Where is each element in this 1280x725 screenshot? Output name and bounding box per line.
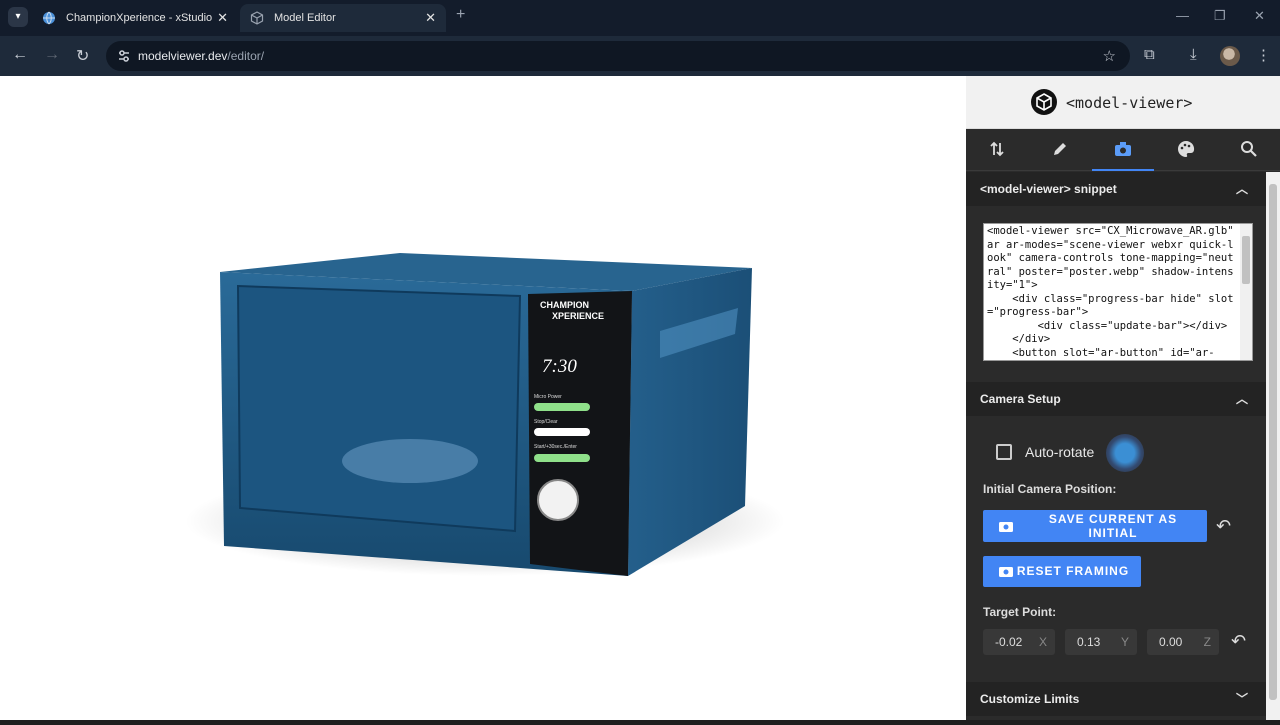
panel-button-3 xyxy=(534,454,590,462)
panel-scroll-area[interactable]: <model-viewer> snippet ︿ <model-viewer s… xyxy=(966,172,1266,720)
brand-line1: CHAMPION xyxy=(540,300,589,310)
forward-icon[interactable]: → xyxy=(44,46,60,64)
display-time: 7:30 xyxy=(542,356,577,377)
tab-edit[interactable] xyxy=(1029,129,1091,171)
snippet-scrollbar-thumb[interactable] xyxy=(1242,236,1250,284)
auto-rotate-checkbox[interactable] xyxy=(996,444,1012,460)
target-y-input[interactable]: 0.13 Y xyxy=(1065,629,1137,655)
search-icon xyxy=(1241,141,1257,157)
profile-avatar[interactable] xyxy=(1220,46,1240,66)
editor-panel: <model-viewer> <model-viewer> snippet ︿ … xyxy=(966,76,1280,720)
reset-button-label: RESET FRAMING xyxy=(1016,564,1130,578)
more-menu-icon[interactable]: ⋮ xyxy=(1256,46,1271,64)
close-tab-icon[interactable]: ✕ xyxy=(217,4,228,32)
axis-z-label: Z xyxy=(1203,635,1211,649)
panel-label-1: Micro Power xyxy=(534,394,562,400)
chevron-up-icon: ︿ xyxy=(1235,182,1248,196)
target-x-input[interactable]: -0.02 X xyxy=(983,629,1055,655)
edit-icon xyxy=(1054,143,1066,155)
panel-header: <model-viewer> xyxy=(966,76,1280,129)
url-text: modelviewer.dev/editor/ xyxy=(138,49,264,63)
url-path: /editor/ xyxy=(227,49,265,63)
palette-icon xyxy=(1178,140,1195,157)
brand-line2: XPERIENCE xyxy=(552,311,604,321)
camera-icon xyxy=(999,567,1013,577)
close-window-icon[interactable]: ✕ xyxy=(1254,8,1265,24)
panel-label-5: Start/+30sec./Enter xyxy=(534,444,577,450)
restore-icon[interactable]: ❐ xyxy=(1214,8,1226,24)
panel-button-1 xyxy=(534,403,590,411)
panel-scrollbar[interactable] xyxy=(1266,172,1280,720)
browser-tab-model-editor[interactable]: Model Editor ✕ xyxy=(240,4,446,32)
door-window xyxy=(236,284,522,533)
browser-toolbar: ← → ↻ modelviewer.dev/editor/ ☆ ⧉ ⤓ ⋮ xyxy=(0,36,1280,76)
control-knob xyxy=(537,479,579,521)
snippet-code: <model-viewer src="CX_Microwave_AR.glb" … xyxy=(987,225,1234,359)
chevron-up-icon: ︿ xyxy=(1235,392,1248,406)
reset-framing-button[interactable]: RESET FRAMING xyxy=(983,556,1141,587)
target-y-value: 0.13 xyxy=(1077,635,1101,649)
minimize-icon[interactable]: — xyxy=(1176,8,1189,23)
target-point-label: Target Point: xyxy=(983,605,1057,619)
undo-target-icon[interactable]: ↶ xyxy=(1231,631,1246,652)
tab-search-button[interactable]: ▾ xyxy=(8,7,28,27)
globe-icon xyxy=(43,11,55,25)
address-bar[interactable]: modelviewer.dev/editor/ ☆ xyxy=(106,41,1130,71)
axis-y-label: Y xyxy=(1120,635,1129,649)
back-icon[interactable]: ← xyxy=(12,46,28,64)
microwave-model: CHAMPION XPERIENCE 7:30 Micro Power Stop… xyxy=(185,253,785,576)
cube-icon xyxy=(250,11,264,25)
auto-rotate-label: Auto-rotate xyxy=(1025,444,1095,460)
model-viewer-canvas[interactable]: CHAMPION XPERIENCE 7:30 Micro Power Stop… xyxy=(0,76,966,720)
snippet-textarea[interactable]: <model-viewer src="CX_Microwave_AR.glb" … xyxy=(983,223,1253,361)
initial-camera-label: Initial Camera Position: xyxy=(983,482,1117,496)
snippet-header-label: <model-viewer> snippet xyxy=(980,182,1117,196)
import-export-icon xyxy=(990,141,1004,157)
tab-camera[interactable] xyxy=(1092,129,1154,171)
tab-materials[interactable] xyxy=(1155,129,1217,171)
panel-label-3: Stop/Clear xyxy=(534,419,558,425)
customize-limits-section-header[interactable]: Customize Limits ﹀ xyxy=(966,682,1266,716)
camera-icon xyxy=(999,522,1013,532)
site-info-icon[interactable] xyxy=(116,48,132,64)
download-icon[interactable]: ⤓ xyxy=(1190,46,1197,63)
new-tab-button[interactable]: + xyxy=(456,6,465,24)
panel-tabs xyxy=(966,129,1280,171)
browser-tab-strip: ▾ ChampionXperience - xStudio ✕ Model Ed… xyxy=(0,0,1280,36)
camera-icon xyxy=(1115,142,1131,156)
customize-limits-label: Customize Limits xyxy=(980,692,1080,706)
tab-title: Model Editor xyxy=(274,12,336,24)
target-x-value: -0.02 xyxy=(995,635,1023,649)
cursor-click-ripple xyxy=(1106,434,1144,472)
snippet-section-header[interactable]: <model-viewer> snippet ︿ xyxy=(966,172,1266,206)
target-z-value: 0.00 xyxy=(1159,635,1183,649)
browser-tab-xstudio[interactable]: ChampionXperience - xStudio ✕ xyxy=(32,4,238,32)
save-button-label: SAVE CURRENT AS INITIAL xyxy=(1048,512,1178,540)
panel-scrollbar-thumb[interactable] xyxy=(1269,184,1277,700)
tab-inspect[interactable] xyxy=(1218,129,1280,171)
extensions-icon[interactable]: ⧉ xyxy=(1144,46,1155,63)
camera-setup-section-header[interactable]: Camera Setup ︿ xyxy=(966,382,1266,416)
tab-import-export[interactable] xyxy=(966,129,1028,171)
undo-camera-icon[interactable]: ↶ xyxy=(1216,516,1231,537)
snippet-scrollbar[interactable] xyxy=(1240,224,1252,360)
axis-x-label: X xyxy=(1038,635,1047,649)
panel-button-2 xyxy=(534,428,590,436)
turntable xyxy=(342,439,478,483)
url-host: modelviewer.dev xyxy=(138,49,228,63)
model-viewer-logo-icon xyxy=(1031,89,1057,115)
close-tab-icon[interactable]: ✕ xyxy=(425,4,436,32)
chevron-down-icon: ﹀ xyxy=(1235,692,1248,706)
panel-title: <model-viewer> xyxy=(1066,94,1193,112)
target-z-input[interactable]: 0.00 Z xyxy=(1147,629,1219,655)
bookmark-star-icon[interactable]: ☆ xyxy=(1103,47,1116,65)
reload-icon[interactable]: ↻ xyxy=(76,46,89,66)
tab-title: ChampionXperience - xStudio xyxy=(66,12,213,24)
camera-setup-label: Camera Setup xyxy=(980,392,1061,406)
save-initial-camera-button[interactable]: SAVE CURRENT AS INITIAL xyxy=(983,510,1207,542)
